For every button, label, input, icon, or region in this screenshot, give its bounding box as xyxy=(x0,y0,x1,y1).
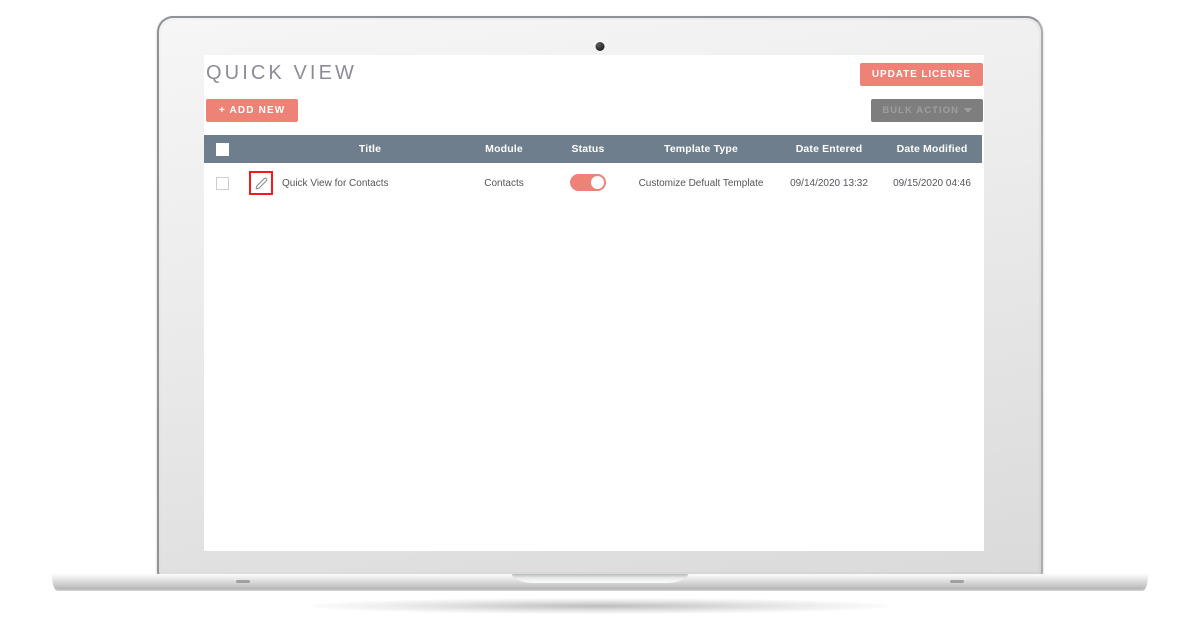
toggle-knob xyxy=(591,176,604,189)
row-template-type: Customize Defualt Template xyxy=(626,163,776,203)
update-license-button[interactable]: UPDATE LICENSE xyxy=(859,63,983,86)
column-header-date-entered[interactable]: Date Entered xyxy=(776,135,882,163)
screen-content: QUICK VIEW + ADD NEW UPDATE LICENSE BULK… xyxy=(204,55,984,551)
quick-view-app: QUICK VIEW + ADD NEW UPDATE LICENSE BULK… xyxy=(204,55,984,551)
bulk-action-label: BULK ACTION xyxy=(882,105,959,116)
column-header-title[interactable]: Title xyxy=(282,135,458,163)
column-header-status[interactable]: Status xyxy=(550,135,626,163)
edit-highlight-box[interactable] xyxy=(249,171,273,195)
row-date-entered: 09/14/2020 13:32 xyxy=(776,163,882,203)
row-module: Contacts xyxy=(458,163,550,203)
column-header-date-modified[interactable]: Date Modified xyxy=(882,135,982,163)
laptop-shadow xyxy=(310,598,890,614)
bulk-action-button[interactable]: BULK ACTION xyxy=(871,99,983,122)
table-header-row: Title Module Status Template Type Date E… xyxy=(204,135,982,163)
add-new-button[interactable]: + ADD NEW xyxy=(206,99,299,122)
laptop-mockup: QUICK VIEW + ADD NEW UPDATE LICENSE BULK… xyxy=(0,0,1200,630)
row-date-modified: 09/15/2020 04:46 xyxy=(882,163,982,203)
toggle-on-icon[interactable] xyxy=(570,174,606,191)
select-all-header[interactable] xyxy=(204,135,240,163)
row-title[interactable]: Quick View for Contacts xyxy=(282,163,458,203)
table-header: Title Module Status Template Type Date E… xyxy=(204,135,982,163)
checkbox-icon[interactable] xyxy=(215,142,229,156)
pencil-icon[interactable] xyxy=(255,177,268,190)
laptop-foot-left xyxy=(236,580,250,583)
checkbox-icon[interactable] xyxy=(215,176,229,190)
table-row: Quick View for Contacts Contacts Customi… xyxy=(204,163,982,203)
laptop-base-notch xyxy=(512,574,688,583)
app-header: QUICK VIEW + ADD NEW UPDATE LICENSE BULK… xyxy=(204,55,984,135)
column-header-template-type[interactable]: Template Type xyxy=(626,135,776,163)
page-title: QUICK VIEW xyxy=(206,62,358,84)
row-status-cell[interactable] xyxy=(550,163,626,203)
records-table: Title Module Status Template Type Date E… xyxy=(204,135,982,203)
laptop-base-body xyxy=(52,574,1148,591)
table-body: Quick View for Contacts Contacts Customi… xyxy=(204,163,982,203)
chevron-down-icon xyxy=(964,108,972,113)
edit-column-header xyxy=(240,135,282,163)
laptop-foot-right xyxy=(950,580,964,583)
camera-dot-icon xyxy=(595,42,605,51)
row-edit-cell[interactable] xyxy=(240,163,282,203)
row-select-cell[interactable] xyxy=(204,163,240,203)
column-header-module[interactable]: Module xyxy=(458,135,550,163)
